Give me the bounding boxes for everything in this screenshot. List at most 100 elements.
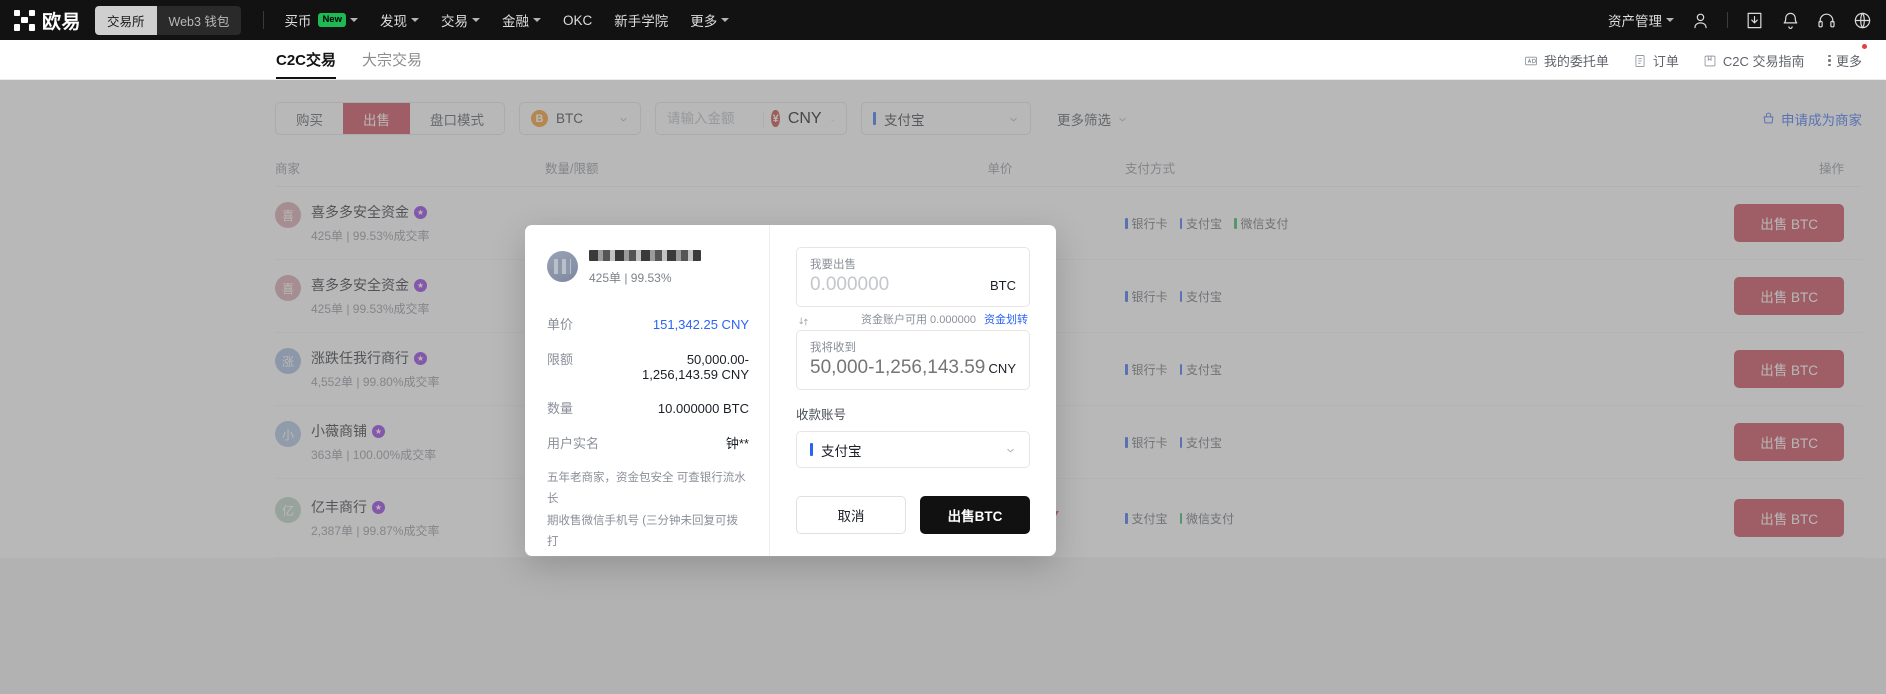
sell-amount-field[interactable]: 我要出售 BTC bbox=[796, 247, 1030, 307]
sell-button[interactable]: 出售 BTC bbox=[1734, 499, 1844, 537]
chevron-down-icon bbox=[533, 18, 541, 22]
table-row: 喜喜多多安全资金★425单 | 99.53%成交率银行卡支付宝微信支付出售 BT… bbox=[275, 187, 1862, 260]
sell-button[interactable]: 出售 BTC bbox=[1734, 204, 1844, 242]
merchant-name[interactable]: 喜多多安全资金★ bbox=[311, 202, 430, 222]
coin-selector[interactable]: B BTC bbox=[519, 102, 641, 135]
nav-item-okc[interactable]: OKC bbox=[563, 13, 592, 28]
verified-badge-icon: ★ bbox=[414, 206, 427, 219]
tab-bar-actions: 我的委托单 订单 C2C 交易指南 更多 bbox=[1524, 51, 1862, 79]
sell-button[interactable]: 出售 BTC bbox=[1734, 277, 1844, 315]
detail-value: 151,342.25 CNY bbox=[615, 317, 749, 332]
available-balance: 资金账户可用 0.000000 资金划转 bbox=[861, 311, 1028, 327]
nav-item-more[interactable]: 更多 bbox=[690, 10, 729, 30]
tab-block-trading[interactable]: 大宗交易 bbox=[362, 49, 422, 79]
download-icon[interactable] bbox=[1745, 11, 1764, 30]
segment-exchange[interactable]: 交易所 bbox=[95, 6, 157, 35]
apply-merchant-link[interactable]: 申请成为商家 bbox=[1762, 109, 1862, 129]
tab-list: C2C交易 大宗交易 bbox=[276, 49, 422, 79]
payment-account-label: 收款账号 bbox=[796, 404, 1030, 423]
receive-amount-input[interactable] bbox=[810, 357, 989, 379]
note-line-1: 五年老商家，资金包安全 可查银行流水 长 bbox=[547, 468, 749, 511]
nav-item-trade[interactable]: 交易 bbox=[441, 10, 480, 30]
merchant-stats: 425单 | 99.53% bbox=[589, 269, 701, 286]
merchant-name[interactable]: 喜多多安全资金★ bbox=[311, 275, 430, 295]
cny-icon: ¥ bbox=[771, 110, 779, 127]
payment-tag: 银行卡 bbox=[1125, 361, 1168, 378]
assets-menu[interactable]: 资产管理 bbox=[1608, 10, 1674, 30]
more-filters-button[interactable]: 更多筛选 bbox=[1057, 109, 1128, 129]
nav-item-academy[interactable]: 新手学院 bbox=[614, 10, 668, 30]
field-label: 我将收到 bbox=[810, 339, 1016, 355]
fiat-label: CNY bbox=[788, 110, 822, 128]
payment-account-value: 支付宝 bbox=[821, 440, 862, 460]
avatar: 喜 bbox=[275, 202, 301, 228]
detail-row-price: 单价 151,342.25 CNY bbox=[547, 314, 749, 333]
detail-row-realname: 用户实名 钟** bbox=[547, 433, 749, 452]
field-label: 我要出售 bbox=[810, 256, 1016, 272]
top-navigation-bar: 欧易 交易所 Web3 钱包 买币 New 发现 交易 金融 bbox=[0, 0, 1886, 40]
cancel-button[interactable]: 取消 bbox=[796, 496, 906, 534]
brand-logo[interactable]: 欧易 bbox=[14, 7, 81, 34]
detail-label: 用户实名 bbox=[547, 433, 615, 452]
new-badge: New bbox=[318, 13, 346, 27]
orders-link[interactable]: 订单 bbox=[1633, 51, 1679, 70]
product-switcher[interactable]: 交易所 Web3 钱包 bbox=[95, 6, 241, 35]
amount-filter[interactable]: ¥ CNY bbox=[655, 102, 847, 135]
merchant-name[interactable]: 亿丰商行★ bbox=[311, 497, 440, 517]
payment-cell: 银行卡支付宝 bbox=[1125, 434, 1355, 451]
nav-item-buy-crypto[interactable]: 买币 New bbox=[284, 10, 358, 30]
nav-item-finance[interactable]: 金融 bbox=[502, 10, 541, 30]
globe-icon[interactable] bbox=[1853, 11, 1872, 30]
amount-input[interactable] bbox=[667, 111, 755, 126]
verified-badge-icon: ★ bbox=[414, 352, 427, 365]
detail-value: 钟** bbox=[615, 433, 749, 452]
swap-icon[interactable] bbox=[798, 314, 809, 325]
payment-cell: 支付宝微信支付 bbox=[1125, 510, 1355, 527]
my-ads-link[interactable]: 我的委托单 bbox=[1524, 51, 1609, 70]
tab-c2c-trading[interactable]: C2C交易 bbox=[276, 49, 336, 79]
c2c-guide-link[interactable]: C2C 交易指南 bbox=[1703, 51, 1805, 70]
user-icon[interactable] bbox=[1691, 11, 1710, 30]
fund-transfer-link[interactable]: 资金划转 bbox=[984, 314, 1028, 326]
payment-tag: 微信支付 bbox=[1234, 215, 1289, 232]
merchant-name[interactable]: 涨跌任我行商行★ bbox=[311, 348, 440, 368]
brand-name: 欧易 bbox=[42, 7, 81, 34]
merchant-stats: 2,387单 | 99.87%成交率 bbox=[311, 522, 440, 539]
nav-label: OKC bbox=[563, 13, 592, 28]
assets-label: 资产管理 bbox=[1608, 10, 1662, 30]
payment-cell: 银行卡支付宝 bbox=[1125, 361, 1355, 378]
merchant-name-redacted bbox=[589, 247, 701, 262]
toggle-sell[interactable]: 出售 bbox=[343, 103, 410, 134]
sell-button[interactable]: 出售 BTC bbox=[1734, 350, 1844, 388]
toggle-orderbook-mode[interactable]: 盘口模式 bbox=[410, 103, 504, 134]
bell-icon[interactable] bbox=[1781, 11, 1800, 30]
chevron-down-icon bbox=[472, 18, 480, 22]
avatar bbox=[547, 251, 578, 282]
payment-cell: 银行卡支付宝 bbox=[1125, 288, 1355, 305]
headset-icon[interactable] bbox=[1817, 11, 1836, 30]
receive-amount-field[interactable]: 我将收到 CNY bbox=[796, 330, 1030, 390]
segment-web3-wallet[interactable]: Web3 钱包 bbox=[157, 6, 242, 35]
payment-tag: 支付宝 bbox=[1180, 361, 1223, 378]
merchant-note: 五年老商家，资金包安全 可查银行流水 长 期收售微信手机号 (三分钟未回复可拨打… bbox=[547, 468, 749, 556]
sell-amount-input[interactable] bbox=[810, 274, 990, 296]
action-cell: 出售 BTC bbox=[1355, 499, 1862, 537]
payment-tag: 支付宝 bbox=[1180, 288, 1223, 305]
toggle-buy[interactable]: 购买 bbox=[276, 103, 343, 134]
payment-method-selector[interactable]: 支付宝 bbox=[861, 102, 1031, 135]
confirm-sell-button[interactable]: 出售BTC bbox=[920, 496, 1030, 534]
merchant-name[interactable]: 小薇商铺★ bbox=[311, 421, 436, 441]
link-label: 我的委托单 bbox=[1544, 51, 1609, 70]
payment-tag: 支付宝 bbox=[1180, 215, 1223, 232]
payment-label: 支付宝 bbox=[884, 109, 925, 129]
sell-amount-unit: BTC bbox=[990, 278, 1016, 293]
merchant-cell: 亿亿丰商行★2,387单 | 99.87%成交率 bbox=[275, 497, 545, 539]
nav-label: 发现 bbox=[380, 10, 407, 30]
payment-account-selector[interactable]: 支付宝 bbox=[796, 431, 1030, 468]
nav-item-discover[interactable]: 发现 bbox=[380, 10, 419, 30]
sell-button[interactable]: 出售 BTC bbox=[1734, 423, 1844, 461]
chevron-down-icon bbox=[1008, 113, 1019, 124]
receive-amount-unit: CNY bbox=[989, 361, 1016, 376]
okx-logo-icon bbox=[14, 10, 35, 31]
more-menu[interactable]: 更多 bbox=[1828, 51, 1862, 70]
